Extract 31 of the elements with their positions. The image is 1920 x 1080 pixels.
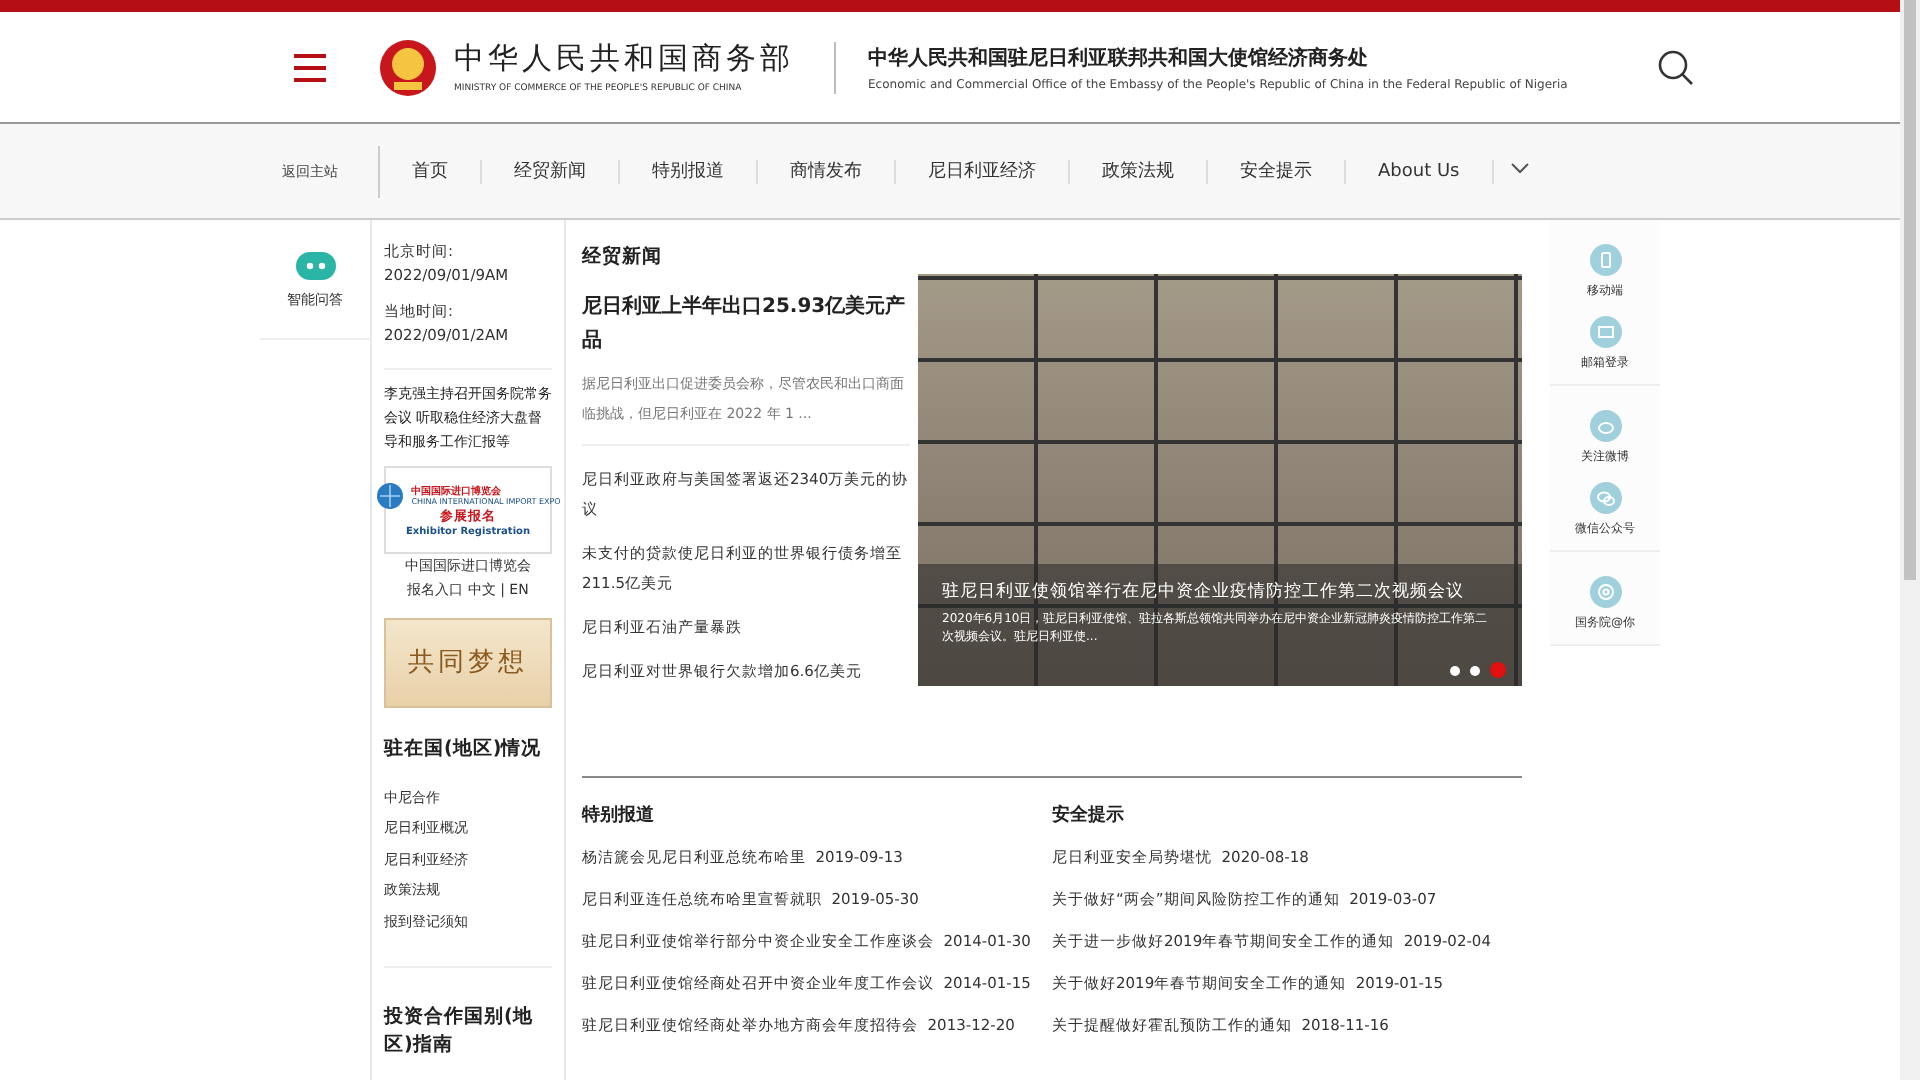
menu-button[interactable] (294, 53, 326, 81)
section-title: 经贸新闻 (582, 244, 664, 270)
national-emblem-icon (378, 37, 438, 97)
nav-tab[interactable]: 安全提示 (1208, 159, 1346, 183)
nav-tab[interactable]: 商情发布 (758, 159, 896, 183)
section-title: 投资合作国别(地区)指南 (384, 1004, 535, 1060)
nav-tab[interactable]: 经贸新闻 (482, 159, 620, 183)
scrollbar[interactable] (1900, 0, 1920, 1080)
search-icon[interactable] (1655, 47, 1696, 87)
office-name: 中华人民共和国驻尼日利亚联邦共和国大使馆经济商务处 (868, 44, 1370, 71)
phone-icon (1589, 244, 1621, 276)
section-title: 安全提示 (1052, 802, 1126, 828)
section-title: 驻在国(地区)情况 (384, 735, 544, 764)
carousel-caption[interactable]: 驻尼日利亚使领馆举行在尼中资企业疫情防控工作第二次视频会议 (942, 580, 1498, 604)
envelope-icon (1589, 316, 1621, 348)
dream-banner[interactable]: 共同梦想 (384, 618, 552, 708)
nav-tab[interactable]: About Us (1346, 159, 1494, 183)
carousel-dot[interactable] (1490, 662, 1506, 678)
nav-tab[interactable]: 政策法规 (1070, 159, 1208, 183)
ministry-name: 中华人民共和国商务部 (454, 40, 794, 78)
nav-tab[interactable]: 尼日利亚经济 (896, 159, 1070, 183)
carousel-dot[interactable] (1450, 665, 1460, 675)
carousel-dot[interactable] (1470, 665, 1480, 675)
nav-tab[interactable]: 首页 (380, 159, 482, 183)
section-title: 特别报道 (582, 803, 656, 828)
lead-headline[interactable]: 尼日利亚上半年出口25.93亿美元产品 (582, 290, 910, 358)
chat-icon (1589, 482, 1621, 514)
globe-logo-icon (375, 482, 404, 511)
robot-icon[interactable] (293, 250, 337, 282)
nav-tab[interactable]: 特别报道 (620, 159, 758, 183)
target-icon (1589, 576, 1621, 608)
